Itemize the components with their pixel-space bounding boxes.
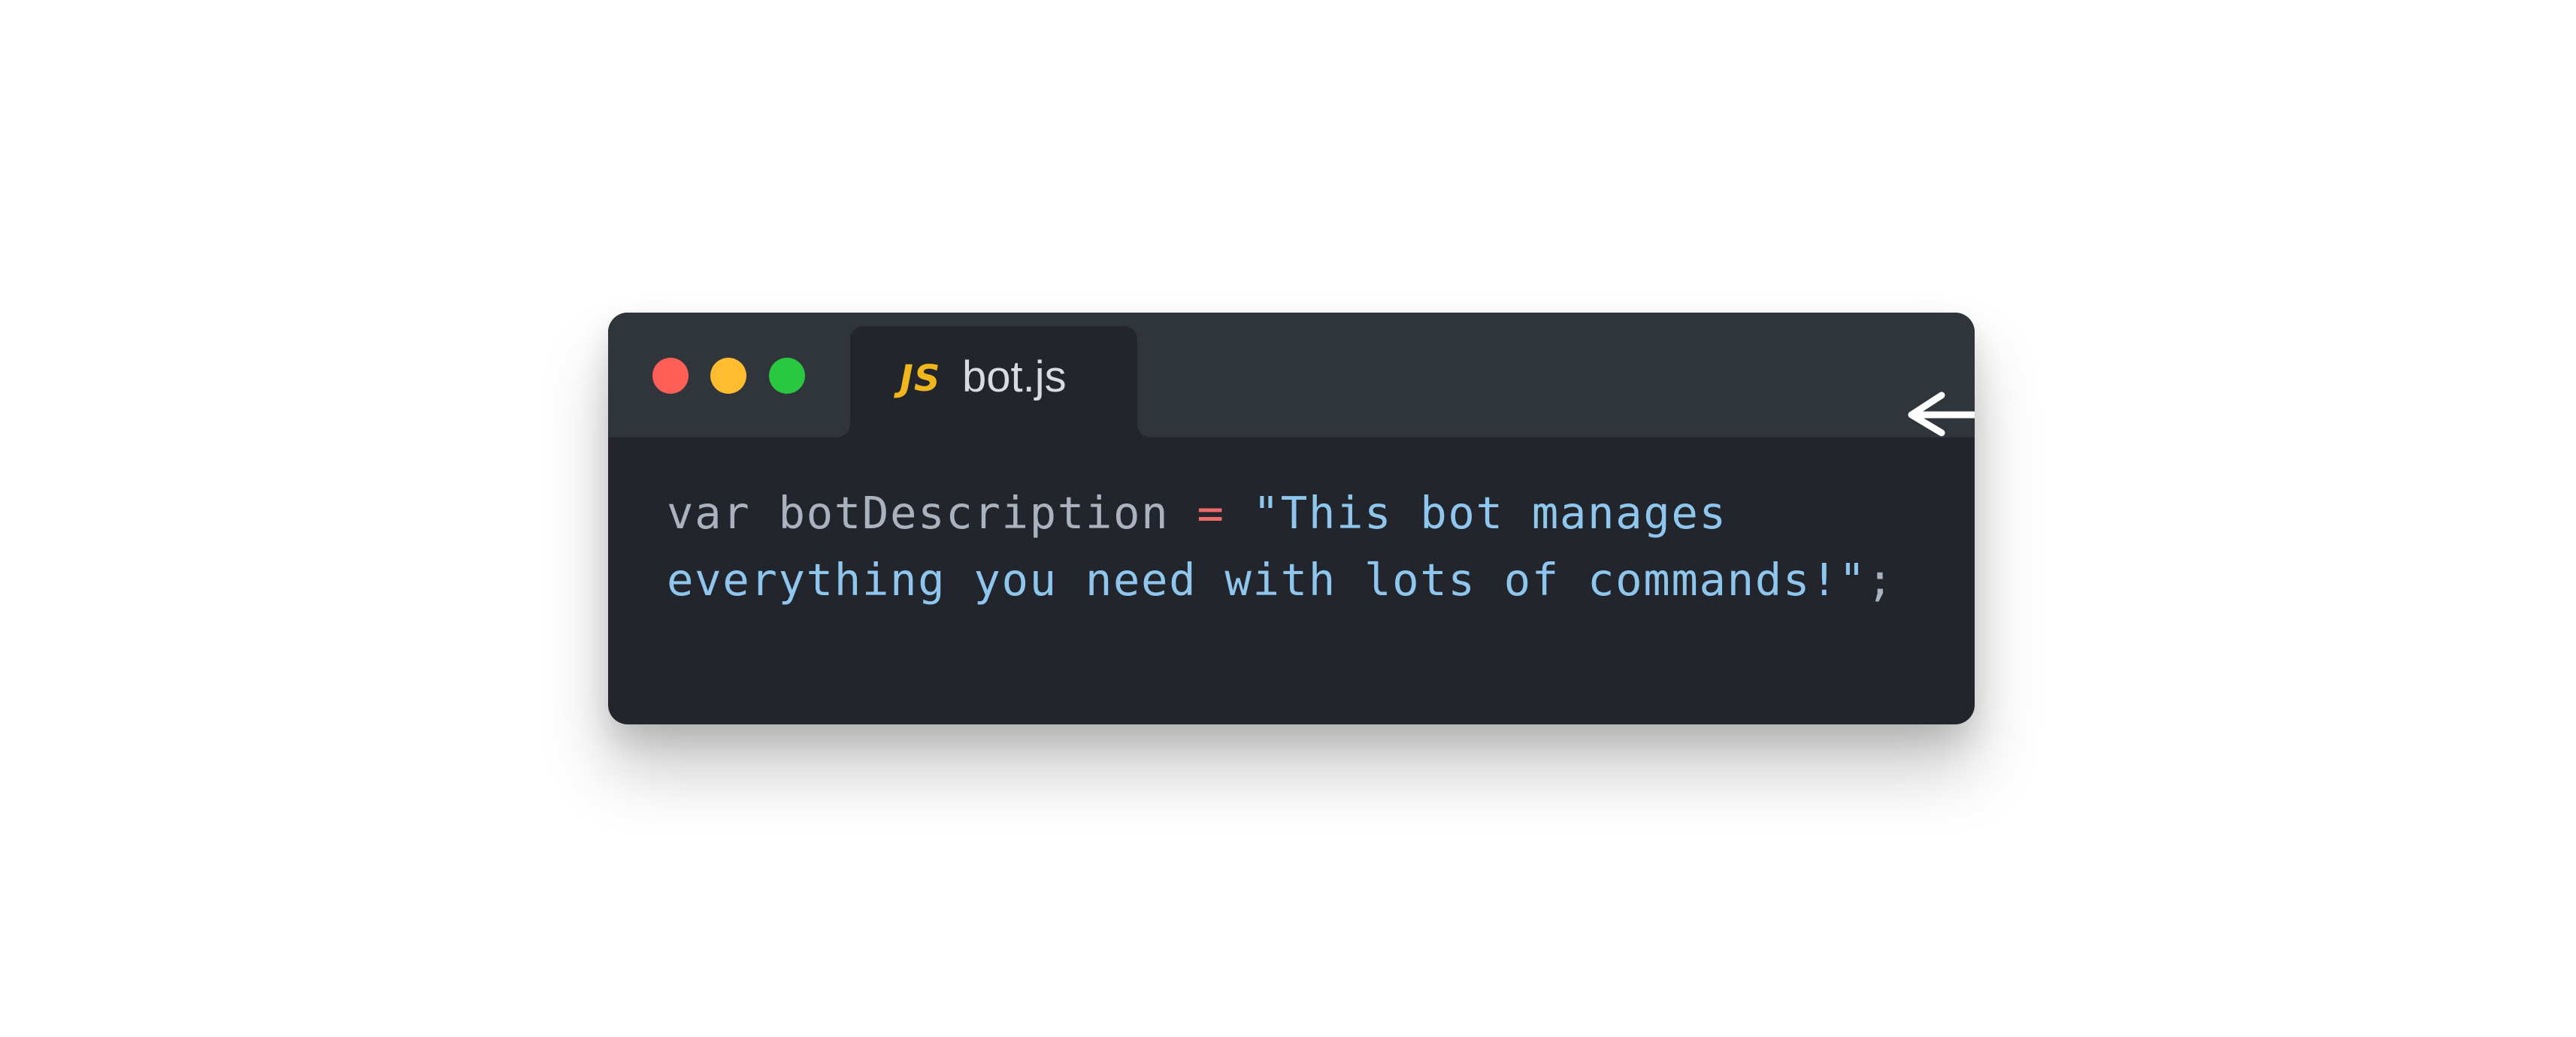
code-window: JS bot.js var botDescription = "This bot… xyxy=(608,313,1975,724)
arrow-left-icon xyxy=(1908,392,1975,437)
keyword-token: var xyxy=(667,487,751,539)
semicolon-token: ; xyxy=(1866,554,1895,606)
close-window-button[interactable] xyxy=(652,358,689,394)
javascript-file-icon: JS xyxy=(900,358,941,400)
maximize-window-button[interactable] xyxy=(769,358,805,394)
code-editor[interactable]: var botDescription = "This bot manages e… xyxy=(667,479,1945,613)
identifier-token: botDescription xyxy=(778,487,1170,539)
tab-label: bot.js xyxy=(962,352,1067,401)
code-line-2: everything you need with lots of command… xyxy=(667,554,1894,606)
code-line-1: var botDescription = "This bot manages xyxy=(667,487,1727,539)
operator-token: = xyxy=(1197,487,1225,539)
tab-bot-js[interactable]: JS bot.js xyxy=(850,326,1137,437)
minimize-window-button[interactable] xyxy=(710,358,746,394)
title-bar: JS bot.js xyxy=(608,313,1975,437)
string-token-line-2: everything you need with lots of command… xyxy=(667,554,1867,606)
string-token-line-1: "This bot manages xyxy=(1252,487,1727,539)
